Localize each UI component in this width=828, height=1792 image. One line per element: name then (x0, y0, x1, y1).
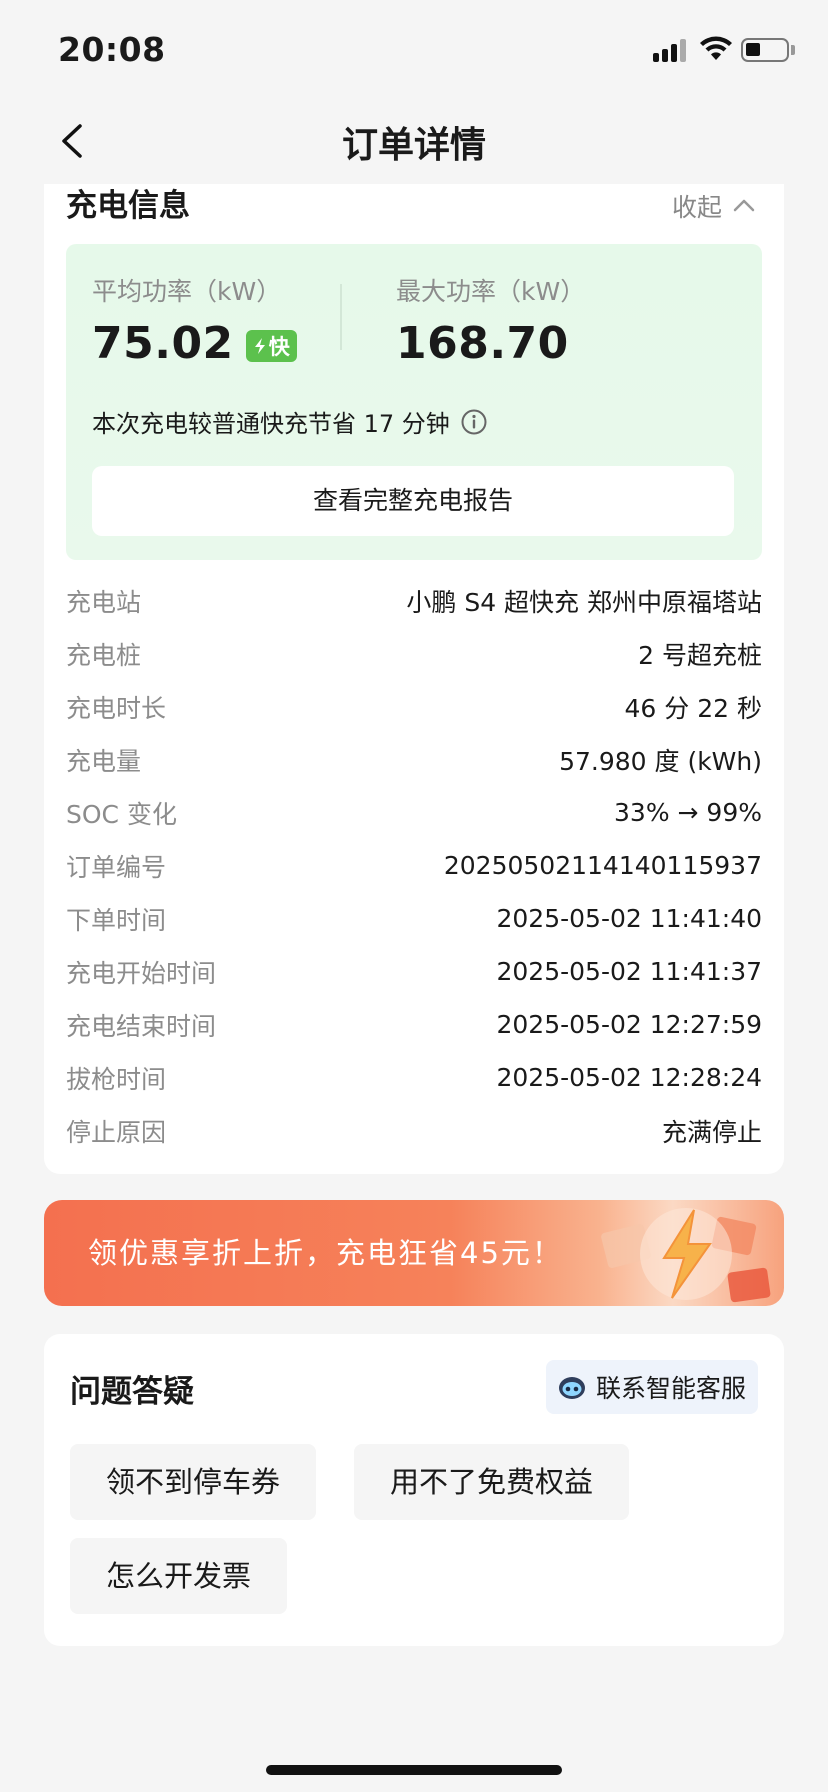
charge-detail-list: 充电站 小鹏 S4 超快充 郑州中原福塔站 充电桩 2 号超充桩 充电时长 46… (66, 574, 762, 1157)
charge-info-card: 充电信息 收起 平均功率（kW） 75.02 快 最大功率（kW） 168.70… (44, 184, 784, 1174)
detail-row-order-number: 订单编号 20250502114140115937 (66, 839, 762, 892)
detail-value: 2 号超充桩 (638, 640, 762, 670)
max-power-block: 最大功率（kW） 168.70 (396, 272, 585, 369)
detail-label: 下单时间 (66, 905, 167, 935)
detail-label: 停止原因 (66, 1117, 167, 1147)
avg-power-value: 75.02 (92, 318, 234, 369)
max-power-value-row: 168.70 (396, 318, 585, 369)
detail-label: 订单编号 (66, 852, 167, 882)
promo-banner[interactable]: 领优惠享折上折，充电狂省45元！ (44, 1200, 784, 1306)
detail-label: 充电开始时间 (66, 958, 217, 988)
detail-value: 充满停止 (661, 1117, 762, 1147)
max-power-value: 168.70 (396, 318, 569, 369)
detail-row-order-time: 下单时间 2025-05-02 11:41:40 (66, 892, 762, 945)
home-indicator[interactable] (266, 1765, 562, 1775)
detail-label: 充电时长 (66, 693, 167, 723)
detail-value: 57.980 度 (kWh) (559, 746, 762, 776)
info-icon[interactable] (460, 408, 488, 436)
detail-value: 2025-05-02 11:41:40 (496, 904, 762, 933)
detail-value: 小鹏 S4 超快充 郑州中原福塔站 (406, 587, 762, 617)
detail-value: 2025-05-02 11:41:37 (496, 957, 762, 986)
detail-row-unplug-time: 拔枪时间 2025-05-02 12:28:24 (66, 1051, 762, 1104)
detail-row-stop-reason: 停止原因 充满停止 (66, 1104, 762, 1157)
detail-value: 46 分 22 秒 (624, 693, 762, 723)
detail-label: 充电桩 (66, 640, 142, 670)
faq-chip-invoice[interactable]: 怎么开发票 (70, 1538, 288, 1614)
page-title: 订单详情 (341, 125, 486, 166)
battery-icon (741, 38, 789, 62)
contact-ai-service-label: 联系智能客服 (595, 1374, 746, 1403)
avg-power-block: 平均功率（kW） 75.02 快 (92, 272, 298, 369)
faq-chip-free-benefit[interactable]: 用不了免费权益 (354, 1444, 630, 1520)
wifi-icon (700, 36, 732, 60)
time-saving-line: 本次充电较普通快充节省 17 分钟 (92, 404, 488, 439)
detail-label: 充电结束时间 (66, 1011, 217, 1041)
detail-label: 拔枪时间 (66, 1064, 167, 1094)
detail-row-soc: SOC 变化 33% → 99% (66, 786, 762, 839)
nav-bar: 订单详情 (0, 100, 828, 182)
fast-badge-label: 快 (268, 334, 291, 359)
avg-power-value-row: 75.02 快 (92, 318, 298, 369)
order-detail-page: 20:08 订单详情 充电信息 收起 平均功率（kW） 75.02 快 最大功率… (0, 0, 828, 1792)
power-summary-box: 平均功率（kW） 75.02 快 最大功率（kW） 168.70 本次充电较普通… (66, 244, 762, 560)
contact-ai-service-button[interactable]: 联系智能客服 (545, 1360, 758, 1414)
faq-card: 问题答疑 联系智能客服 领不到停车券 用不了免费权益 怎么开发票 (44, 1334, 784, 1646)
collapse-button[interactable]: 收起 (672, 188, 758, 224)
battery-cap (791, 45, 795, 55)
detail-row-start-time: 充电开始时间 2025-05-02 11:41:37 (66, 945, 762, 998)
status-time: 20:08 (58, 30, 166, 69)
detail-row-duration: 充电时长 46 分 22 秒 (66, 680, 762, 733)
status-bar: 20:08 (0, 0, 828, 100)
detail-row-end-time: 充电结束时间 2025-05-02 12:27:59 (66, 998, 762, 1051)
promo-text: 领优惠享折上折，充电狂省45元！ (88, 1236, 563, 1270)
chevron-up-icon (733, 199, 755, 212)
faq-chip-parking-coupon[interactable]: 领不到停车券 (70, 1444, 317, 1520)
detail-label: 充电量 (66, 746, 142, 776)
power-divider (340, 284, 342, 350)
detail-value: 33% → 99% (614, 798, 762, 827)
detail-value: 20250502114140115937 (443, 851, 762, 880)
lightning-icon (254, 337, 265, 354)
collapse-label: 收起 (671, 193, 722, 222)
max-power-label: 最大功率（kW） (396, 277, 586, 306)
detail-row-station: 充电站 小鹏 S4 超快充 郑州中原福塔站 (66, 574, 762, 627)
time-saving-text: 本次充电较普通快充节省 17 分钟 (92, 410, 450, 438)
detail-value: 2025-05-02 12:28:24 (496, 1063, 762, 1092)
charge-info-title: 充电信息 (66, 188, 190, 224)
avg-power-label: 平均功率（kW） (92, 277, 282, 306)
detail-row-charger: 充电桩 2 号超充桩 (66, 627, 762, 680)
detail-row-energy: 充电量 57.980 度 (kWh) (66, 733, 762, 786)
faq-title: 问题答疑 (70, 1374, 194, 1410)
detail-value: 2025-05-02 12:27:59 (496, 1010, 762, 1039)
detail-label: 充电站 (66, 587, 142, 617)
view-full-report-button[interactable]: 查看完整充电报告 (92, 466, 734, 536)
detail-label: SOC 变化 (66, 799, 177, 829)
cellular-signal-icon (653, 38, 689, 62)
lightning-coupon-icon (601, 1208, 771, 1303)
fast-charge-badge: 快 (245, 329, 298, 362)
robot-icon (558, 1377, 585, 1399)
